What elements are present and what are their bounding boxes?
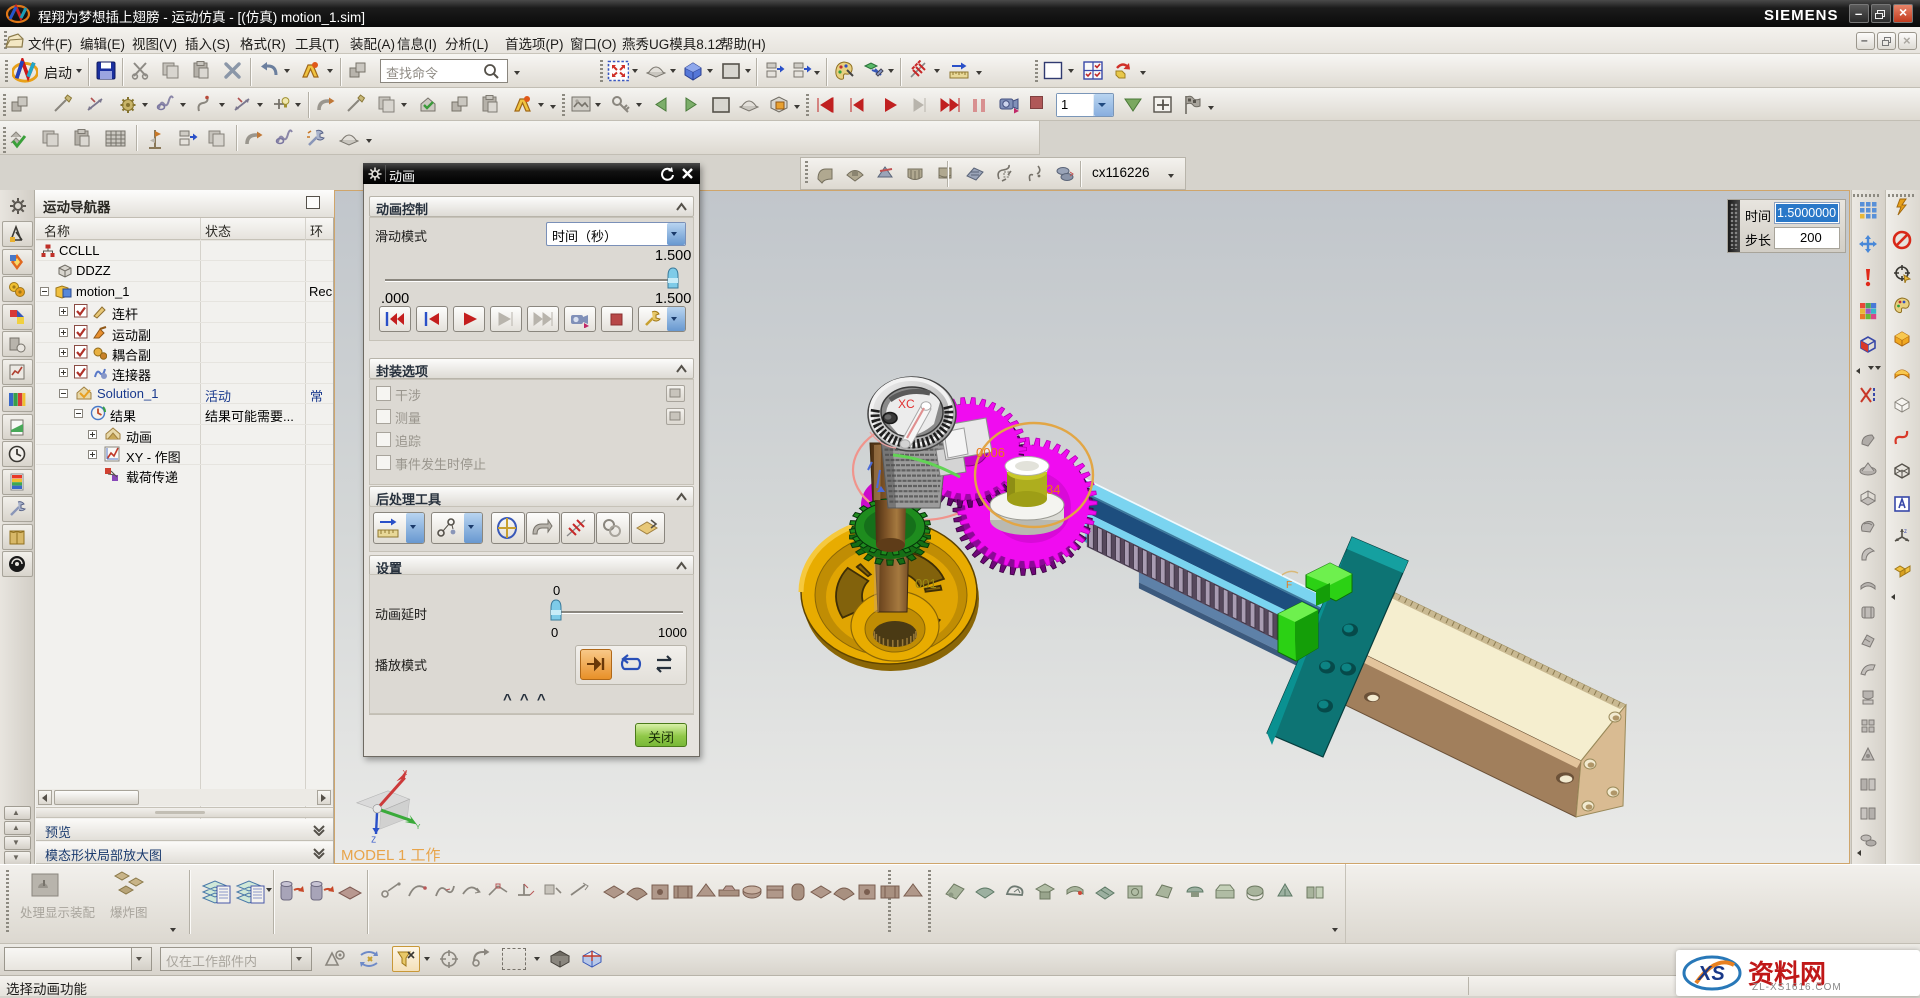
svg-text:F: F (1286, 580, 1292, 591)
svg-text:XS: XS (1697, 963, 1725, 985)
svg-text:XC: XC (898, 397, 915, 411)
svg-text:MODEL 1 工作: MODEL 1 工作 (341, 847, 440, 863)
svg-text:Y: Y (416, 822, 421, 831)
svg-text:Z: Z (371, 835, 376, 844)
svg-text:001: 001 (915, 576, 937, 591)
svg-text:0006: 0006 (976, 445, 1005, 460)
svg-text:z: z (1904, 529, 1907, 535)
svg-text:34: 34 (1046, 482, 1060, 497)
svg-text:X: X (402, 768, 407, 777)
